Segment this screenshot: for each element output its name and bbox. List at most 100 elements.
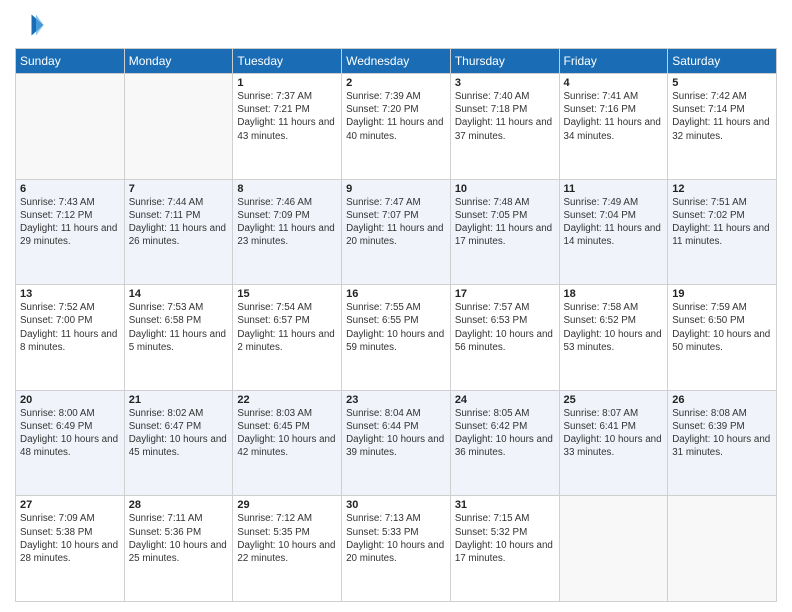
day-number: 12 — [672, 183, 772, 195]
calendar-table: SundayMondayTuesdayWednesdayThursdayFrid… — [15, 48, 777, 602]
day-number: 6 — [20, 183, 120, 195]
calendar-week-row: 6 Sunrise: 7:43 AMSunset: 7:12 PMDayligh… — [16, 179, 777, 285]
calendar-cell: 13 Sunrise: 7:52 AMSunset: 7:00 PMDaylig… — [16, 285, 125, 391]
calendar-cell: 9 Sunrise: 7:47 AMSunset: 7:07 PMDayligh… — [342, 179, 451, 285]
day-number: 3 — [455, 77, 555, 89]
day-number: 11 — [564, 183, 664, 195]
calendar-cell: 20 Sunrise: 8:00 AMSunset: 6:49 PMDaylig… — [16, 390, 125, 496]
calendar-cell: 18 Sunrise: 7:58 AMSunset: 6:52 PMDaylig… — [559, 285, 668, 391]
day-info: Sunrise: 8:08 AMSunset: 6:39 PMDaylight:… — [672, 407, 772, 460]
calendar-cell — [559, 496, 668, 602]
calendar-cell: 23 Sunrise: 8:04 AMSunset: 6:44 PMDaylig… — [342, 390, 451, 496]
day-number: 30 — [346, 499, 446, 511]
day-number: 18 — [564, 288, 664, 300]
day-number: 15 — [237, 288, 337, 300]
header — [15, 10, 777, 40]
day-info: Sunrise: 7:12 AMSunset: 5:35 PMDaylight:… — [237, 512, 337, 565]
day-number: 20 — [20, 394, 120, 406]
day-info: Sunrise: 7:40 AMSunset: 7:18 PMDaylight:… — [455, 90, 555, 143]
day-info: Sunrise: 7:15 AMSunset: 5:32 PMDaylight:… — [455, 512, 555, 565]
day-info: Sunrise: 7:51 AMSunset: 7:02 PMDaylight:… — [672, 196, 772, 249]
calendar-cell: 24 Sunrise: 8:05 AMSunset: 6:42 PMDaylig… — [450, 390, 559, 496]
calendar-cell: 12 Sunrise: 7:51 AMSunset: 7:02 PMDaylig… — [668, 179, 777, 285]
day-of-week-header: Thursday — [450, 49, 559, 74]
calendar-cell: 3 Sunrise: 7:40 AMSunset: 7:18 PMDayligh… — [450, 74, 559, 180]
day-of-week-header: Saturday — [668, 49, 777, 74]
day-info: Sunrise: 7:13 AMSunset: 5:33 PMDaylight:… — [346, 512, 446, 565]
day-number: 24 — [455, 394, 555, 406]
day-number: 22 — [237, 394, 337, 406]
calendar-cell: 15 Sunrise: 7:54 AMSunset: 6:57 PMDaylig… — [233, 285, 342, 391]
day-info: Sunrise: 7:11 AMSunset: 5:36 PMDaylight:… — [129, 512, 229, 565]
calendar-header-row: SundayMondayTuesdayWednesdayThursdayFrid… — [16, 49, 777, 74]
calendar-cell: 21 Sunrise: 8:02 AMSunset: 6:47 PMDaylig… — [124, 390, 233, 496]
day-number: 17 — [455, 288, 555, 300]
day-number: 13 — [20, 288, 120, 300]
calendar-cell: 6 Sunrise: 7:43 AMSunset: 7:12 PMDayligh… — [16, 179, 125, 285]
calendar-week-row: 27 Sunrise: 7:09 AMSunset: 5:38 PMDaylig… — [16, 496, 777, 602]
calendar-week-row: 13 Sunrise: 7:52 AMSunset: 7:00 PMDaylig… — [16, 285, 777, 391]
calendar-cell: 19 Sunrise: 7:59 AMSunset: 6:50 PMDaylig… — [668, 285, 777, 391]
calendar-cell: 28 Sunrise: 7:11 AMSunset: 5:36 PMDaylig… — [124, 496, 233, 602]
day-number: 25 — [564, 394, 664, 406]
calendar-cell: 1 Sunrise: 7:37 AMSunset: 7:21 PMDayligh… — [233, 74, 342, 180]
calendar-cell: 5 Sunrise: 7:42 AMSunset: 7:14 PMDayligh… — [668, 74, 777, 180]
day-info: Sunrise: 8:07 AMSunset: 6:41 PMDaylight:… — [564, 407, 664, 460]
day-number: 26 — [672, 394, 772, 406]
day-of-week-header: Sunday — [16, 49, 125, 74]
day-info: Sunrise: 8:00 AMSunset: 6:49 PMDaylight:… — [20, 407, 120, 460]
calendar-cell — [668, 496, 777, 602]
day-number: 1 — [237, 77, 337, 89]
day-of-week-header: Friday — [559, 49, 668, 74]
day-info: Sunrise: 8:04 AMSunset: 6:44 PMDaylight:… — [346, 407, 446, 460]
calendar-cell: 26 Sunrise: 8:08 AMSunset: 6:39 PMDaylig… — [668, 390, 777, 496]
day-info: Sunrise: 7:42 AMSunset: 7:14 PMDaylight:… — [672, 90, 772, 143]
calendar-cell: 14 Sunrise: 7:53 AMSunset: 6:58 PMDaylig… — [124, 285, 233, 391]
day-info: Sunrise: 7:54 AMSunset: 6:57 PMDaylight:… — [237, 301, 337, 354]
day-number: 29 — [237, 499, 337, 511]
day-number: 27 — [20, 499, 120, 511]
calendar-cell: 27 Sunrise: 7:09 AMSunset: 5:38 PMDaylig… — [16, 496, 125, 602]
day-number: 5 — [672, 77, 772, 89]
calendar-cell: 4 Sunrise: 7:41 AMSunset: 7:16 PMDayligh… — [559, 74, 668, 180]
calendar-cell: 11 Sunrise: 7:49 AMSunset: 7:04 PMDaylig… — [559, 179, 668, 285]
calendar-cell: 29 Sunrise: 7:12 AMSunset: 5:35 PMDaylig… — [233, 496, 342, 602]
calendar-cell: 30 Sunrise: 7:13 AMSunset: 5:33 PMDaylig… — [342, 496, 451, 602]
day-info: Sunrise: 7:59 AMSunset: 6:50 PMDaylight:… — [672, 301, 772, 354]
logo — [15, 10, 49, 40]
day-info: Sunrise: 7:49 AMSunset: 7:04 PMDaylight:… — [564, 196, 664, 249]
day-info: Sunrise: 7:58 AMSunset: 6:52 PMDaylight:… — [564, 301, 664, 354]
calendar-cell: 17 Sunrise: 7:57 AMSunset: 6:53 PMDaylig… — [450, 285, 559, 391]
calendar-cell: 22 Sunrise: 8:03 AMSunset: 6:45 PMDaylig… — [233, 390, 342, 496]
day-number: 21 — [129, 394, 229, 406]
calendar-cell: 16 Sunrise: 7:55 AMSunset: 6:55 PMDaylig… — [342, 285, 451, 391]
calendar-cell — [124, 74, 233, 180]
day-of-week-header: Monday — [124, 49, 233, 74]
day-number: 19 — [672, 288, 772, 300]
calendar-cell: 2 Sunrise: 7:39 AMSunset: 7:20 PMDayligh… — [342, 74, 451, 180]
day-number: 2 — [346, 77, 446, 89]
day-of-week-header: Wednesday — [342, 49, 451, 74]
day-number: 31 — [455, 499, 555, 511]
day-number: 4 — [564, 77, 664, 89]
calendar-week-row: 1 Sunrise: 7:37 AMSunset: 7:21 PMDayligh… — [16, 74, 777, 180]
day-info: Sunrise: 7:53 AMSunset: 6:58 PMDaylight:… — [129, 301, 229, 354]
calendar-cell: 7 Sunrise: 7:44 AMSunset: 7:11 PMDayligh… — [124, 179, 233, 285]
day-number: 7 — [129, 183, 229, 195]
day-info: Sunrise: 7:48 AMSunset: 7:05 PMDaylight:… — [455, 196, 555, 249]
calendar-week-row: 20 Sunrise: 8:00 AMSunset: 6:49 PMDaylig… — [16, 390, 777, 496]
day-number: 28 — [129, 499, 229, 511]
day-info: Sunrise: 7:43 AMSunset: 7:12 PMDaylight:… — [20, 196, 120, 249]
day-number: 9 — [346, 183, 446, 195]
calendar-cell: 8 Sunrise: 7:46 AMSunset: 7:09 PMDayligh… — [233, 179, 342, 285]
page: SundayMondayTuesdayWednesdayThursdayFrid… — [0, 0, 792, 612]
day-info: Sunrise: 7:39 AMSunset: 7:20 PMDaylight:… — [346, 90, 446, 143]
day-info: Sunrise: 7:46 AMSunset: 7:09 PMDaylight:… — [237, 196, 337, 249]
calendar-cell: 10 Sunrise: 7:48 AMSunset: 7:05 PMDaylig… — [450, 179, 559, 285]
day-info: Sunrise: 7:09 AMSunset: 5:38 PMDaylight:… — [20, 512, 120, 565]
calendar-body: 1 Sunrise: 7:37 AMSunset: 7:21 PMDayligh… — [16, 74, 777, 602]
day-number: 8 — [237, 183, 337, 195]
day-number: 10 — [455, 183, 555, 195]
logo-icon — [15, 10, 45, 40]
day-info: Sunrise: 7:55 AMSunset: 6:55 PMDaylight:… — [346, 301, 446, 354]
